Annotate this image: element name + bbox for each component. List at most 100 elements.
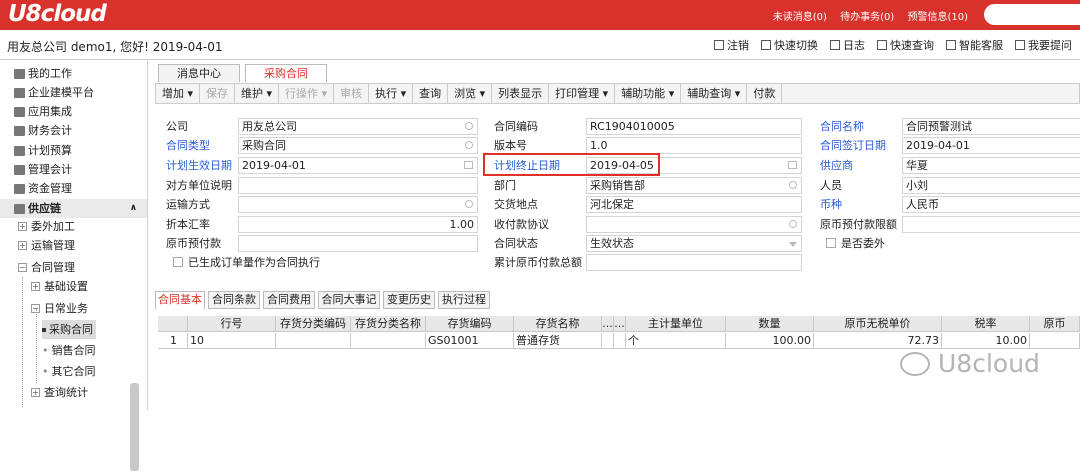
tree-item-outsourcing[interactable]: + 委外加工 (18, 217, 75, 236)
table-cell[interactable]: 个 (626, 333, 726, 349)
table-cell[interactable]: 普通存货 (514, 333, 602, 349)
search-icon[interactable] (465, 141, 473, 149)
table-cell[interactable] (351, 333, 426, 349)
tree-item-query-stats[interactable]: + 查询统计 (31, 383, 88, 402)
table-cell[interactable]: 10 (188, 333, 276, 349)
maintain-button[interactable]: 维护 ▾ (235, 84, 280, 103)
log-button[interactable]: 日志 (830, 37, 865, 53)
table-cell[interactable]: GS01001 (426, 333, 514, 349)
ask-question-button[interactable]: 我要提问 (1015, 37, 1072, 53)
tree-item-purchase-contract[interactable]: 采购合同 (42, 320, 96, 339)
delivery-place-field[interactable]: 河北保定 (586, 196, 802, 213)
table-cell[interactable] (614, 333, 626, 349)
tree-item-daily-business[interactable]: − 日常业务 (31, 299, 88, 318)
quick-switch-button[interactable]: 快速切换 (761, 37, 818, 53)
col-header[interactable]: 主计量单位 (626, 316, 726, 332)
table-row[interactable]: 1 10 GS01001 普通存货 个 100.00 72.73 10.00 (158, 333, 1080, 349)
sidebar-item-my-work[interactable]: 我的工作 (14, 64, 72, 83)
supplier-field[interactable]: 华夏 (902, 157, 1080, 174)
table-cell[interactable] (1030, 333, 1080, 349)
tree-item-transport[interactable]: + 运输管理 (18, 236, 75, 255)
prepayment-field[interactable] (238, 235, 478, 252)
tab-contract-basic[interactable]: 合同基本 (155, 291, 205, 309)
logout-button[interactable]: 注销 (714, 37, 749, 53)
tab-message-center[interactable]: 消息中心 (158, 64, 240, 82)
version-field[interactable]: 1.0 (586, 137, 802, 154)
currency-field[interactable]: 人民币 (902, 196, 1080, 213)
tree-item-sales-contract[interactable]: • 销售合同 (42, 341, 96, 360)
aux-function-button[interactable]: 辅助功能 ▾ (615, 84, 682, 103)
person-field[interactable]: 小刘 (902, 177, 1080, 194)
col-header[interactable]: 原币 (1030, 316, 1080, 332)
contract-code-field[interactable]: RC1904010005 (586, 118, 802, 135)
tree-item-contract-mgmt[interactable]: − 合同管理 (18, 258, 75, 277)
sidebar-item-funds[interactable]: 资金管理 (14, 179, 72, 198)
sign-date-field[interactable]: 2019-04-01 (902, 137, 1080, 154)
tab-contract-fees[interactable]: 合同费用 (263, 291, 315, 309)
print-button[interactable]: 打印管理 ▾ (549, 84, 616, 103)
todo-link[interactable]: 待办事务(0) (840, 12, 894, 23)
tab-contract-events[interactable]: 合同大事记 (318, 291, 380, 309)
company-field[interactable]: 用友总公司 (238, 118, 478, 135)
col-header[interactable]: 税率 (942, 316, 1030, 332)
col-header[interactable]: ... (614, 316, 626, 332)
sidebar-scrollbar[interactable] (130, 383, 139, 471)
search-icon[interactable] (465, 200, 473, 208)
list-view-button[interactable]: 列表显示 (492, 84, 550, 103)
sidebar-item-finance[interactable]: 财务会计 (14, 121, 72, 140)
col-header[interactable]: 行号 (188, 316, 276, 332)
sidebar-item-integration[interactable]: 应用集成 (14, 102, 72, 121)
table-cell[interactable] (602, 333, 614, 349)
tab-purchase-contract[interactable]: 采购合同 (245, 64, 327, 82)
exchange-rate-field[interactable]: 1.00 (238, 216, 478, 233)
outsourced-checkbox[interactable] (826, 238, 836, 248)
alert-link[interactable]: 预警信息(10) (907, 12, 968, 23)
payment-button[interactable]: 付款 (747, 84, 783, 103)
tab-contract-terms[interactable]: 合同条款 (208, 291, 260, 309)
query-button[interactable]: 查询 (413, 84, 449, 103)
chevron-down-icon[interactable] (789, 242, 797, 247)
table-cell[interactable]: 72.73 (814, 333, 942, 349)
search-icon[interactable] (789, 220, 797, 228)
total-payment-field[interactable] (586, 254, 802, 271)
col-header[interactable]: 数量 (726, 316, 814, 332)
col-header[interactable]: 存货分类编码 (276, 316, 351, 332)
calendar-icon[interactable] (788, 161, 797, 169)
aux-query-button[interactable]: 辅助查询 ▾ (681, 84, 748, 103)
tab-change-history[interactable]: 变更历史 (383, 291, 435, 309)
col-header[interactable]: ... (602, 316, 614, 332)
search-icon[interactable] (465, 122, 473, 130)
top-search-input[interactable] (984, 4, 1080, 25)
col-header[interactable]: 存货编码 (426, 316, 514, 332)
plan-start-date-field[interactable]: 2019-04-01 (238, 157, 478, 174)
tree-item-other-contract[interactable]: • 其它合同 (42, 362, 96, 381)
counterparty-desc-field[interactable] (238, 177, 478, 194)
browse-button[interactable]: 浏览 ▾ (448, 84, 493, 103)
prepay-limit-field[interactable] (902, 216, 1080, 233)
calendar-icon[interactable] (464, 161, 473, 169)
smart-service-button[interactable]: 智能客服 (946, 37, 1003, 53)
sidebar-item-modeling[interactable]: 企业建模平台 (14, 83, 94, 102)
order-execution-checkbox[interactable] (173, 257, 183, 267)
add-button[interactable]: 增加 ▾ (156, 84, 201, 103)
search-icon[interactable] (789, 181, 797, 189)
contract-type-field[interactable]: 采购合同 (238, 137, 478, 154)
execute-button[interactable]: 执行 ▾ (369, 84, 414, 103)
save-button[interactable]: 保存 (200, 84, 236, 103)
table-cell[interactable]: 10.00 (942, 333, 1030, 349)
contract-status-select[interactable]: 生效状态 (586, 235, 802, 252)
contract-name-field[interactable]: 合同预警测试 (902, 118, 1080, 135)
sidebar-item-budget[interactable]: 计划预算 (14, 141, 72, 160)
row-operation-button[interactable]: 行操作 ▾ (279, 84, 335, 103)
sidebar-item-management[interactable]: 管理会计 (14, 160, 72, 179)
table-cell[interactable] (276, 333, 351, 349)
approve-button[interactable]: 审核 (334, 84, 370, 103)
col-header[interactable]: 原币无税单价 (814, 316, 942, 332)
table-cell[interactable]: 100.00 (726, 333, 814, 349)
quick-query-button[interactable]: 快速查询 (877, 37, 934, 53)
unread-messages-link[interactable]: 未读消息(0) (773, 12, 827, 23)
transport-mode-field[interactable] (238, 196, 478, 213)
payment-agreement-field[interactable] (586, 216, 802, 233)
col-header[interactable]: 存货名称 (514, 316, 602, 332)
col-header[interactable]: 存货分类名称 (351, 316, 426, 332)
